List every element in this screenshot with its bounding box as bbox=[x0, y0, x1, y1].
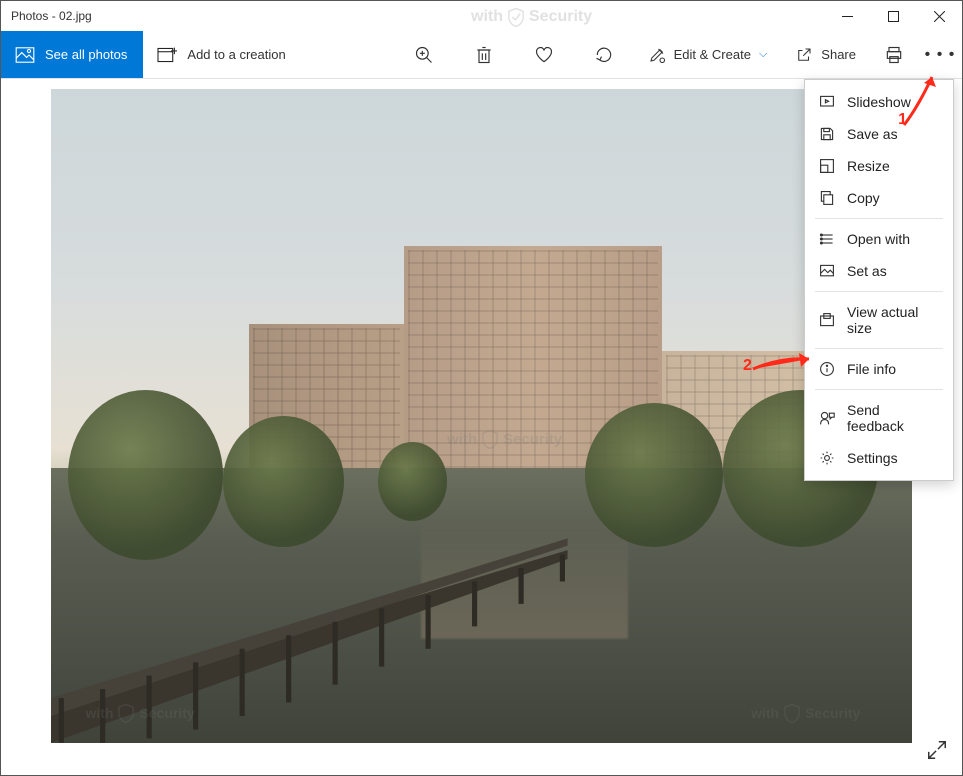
edit-create-button[interactable]: Edit & Create ⌵ bbox=[634, 31, 782, 78]
chevron-down-icon: ⌵ bbox=[759, 48, 767, 61]
trash-icon bbox=[474, 45, 494, 65]
more-button[interactable]: • • • bbox=[918, 31, 962, 78]
open-with-icon bbox=[819, 231, 835, 247]
window-title: Photos - 02.jpg bbox=[11, 9, 92, 23]
edit-create-label: Edit & Create bbox=[674, 47, 751, 62]
toolbar-icons bbox=[394, 31, 634, 78]
share-icon bbox=[795, 46, 813, 64]
share-label: Share bbox=[821, 47, 856, 62]
window-controls bbox=[824, 1, 962, 31]
menu-settings-label: Settings bbox=[847, 450, 898, 466]
favorite-button[interactable] bbox=[514, 31, 574, 79]
menu-file-info-label: File info bbox=[847, 361, 896, 377]
menu-resize-label: Resize bbox=[847, 158, 890, 174]
menu-separator bbox=[815, 389, 943, 390]
see-all-photos-button[interactable]: See all photos bbox=[1, 31, 143, 78]
add-to-creation-label: Add to a creation bbox=[187, 47, 285, 62]
photo-content[interactable]: withSecurity withSecurity withSecurity bbox=[51, 89, 912, 743]
feedback-icon bbox=[819, 410, 835, 426]
menu-separator bbox=[815, 291, 943, 292]
set-as-icon bbox=[819, 263, 835, 279]
menu-open-with-label: Open with bbox=[847, 231, 910, 247]
zoom-button[interactable] bbox=[394, 31, 454, 79]
menu-send-feedback[interactable]: Send feedback bbox=[805, 394, 953, 442]
photos-icon bbox=[15, 47, 35, 63]
minimize-button[interactable] bbox=[824, 1, 870, 31]
menu-set-as[interactable]: Set as bbox=[805, 255, 953, 287]
menu-separator bbox=[815, 348, 943, 349]
heart-icon bbox=[534, 45, 554, 65]
fullscreen-button[interactable] bbox=[926, 739, 948, 761]
actual-size-icon bbox=[819, 312, 835, 328]
share-button[interactable]: Share bbox=[781, 31, 870, 78]
copy-icon bbox=[819, 190, 835, 206]
menu-separator bbox=[815, 218, 943, 219]
more-icon: • • • bbox=[925, 46, 956, 64]
titlebar: Photos - 02.jpg with Security bbox=[1, 1, 962, 31]
menu-file-info[interactable]: File info bbox=[805, 353, 953, 385]
add-creation-icon bbox=[157, 46, 177, 64]
rotate-icon bbox=[594, 45, 614, 65]
close-button[interactable] bbox=[916, 1, 962, 31]
more-menu: Slideshow Save as Resize Copy Open with … bbox=[804, 79, 954, 481]
menu-save-as[interactable]: Save as bbox=[805, 118, 953, 150]
fullscreen-icon bbox=[926, 739, 948, 761]
print-icon bbox=[884, 45, 904, 65]
menu-set-as-label: Set as bbox=[847, 263, 887, 279]
rotate-button[interactable] bbox=[574, 31, 634, 79]
slideshow-icon bbox=[819, 94, 835, 110]
menu-resize[interactable]: Resize bbox=[805, 150, 953, 182]
print-button[interactable] bbox=[870, 31, 918, 78]
edit-icon bbox=[648, 46, 666, 64]
maximize-button[interactable] bbox=[870, 1, 916, 31]
menu-send-feedback-label: Send feedback bbox=[847, 402, 939, 434]
menu-slideshow[interactable]: Slideshow bbox=[805, 86, 953, 118]
zoom-icon bbox=[414, 45, 434, 65]
add-to-creation-button[interactable]: Add to a creation bbox=[143, 31, 301, 78]
menu-view-actual-size[interactable]: View actual size bbox=[805, 296, 953, 344]
toolbar: See all photos Add to a creation Edit & … bbox=[1, 31, 962, 79]
menu-save-as-label: Save as bbox=[847, 126, 898, 142]
resize-icon bbox=[819, 158, 835, 174]
save-icon bbox=[819, 126, 835, 142]
menu-open-with[interactable]: Open with bbox=[805, 223, 953, 255]
menu-settings[interactable]: Settings bbox=[805, 442, 953, 474]
delete-button[interactable] bbox=[454, 31, 514, 79]
see-all-photos-label: See all photos bbox=[45, 47, 127, 62]
menu-copy-label: Copy bbox=[847, 190, 880, 206]
info-icon bbox=[819, 361, 835, 377]
watermark-top: with Security bbox=[471, 7, 592, 27]
menu-view-actual-size-label: View actual size bbox=[847, 304, 939, 336]
menu-copy[interactable]: Copy bbox=[805, 182, 953, 214]
menu-slideshow-label: Slideshow bbox=[847, 94, 911, 110]
gear-icon bbox=[819, 450, 835, 466]
